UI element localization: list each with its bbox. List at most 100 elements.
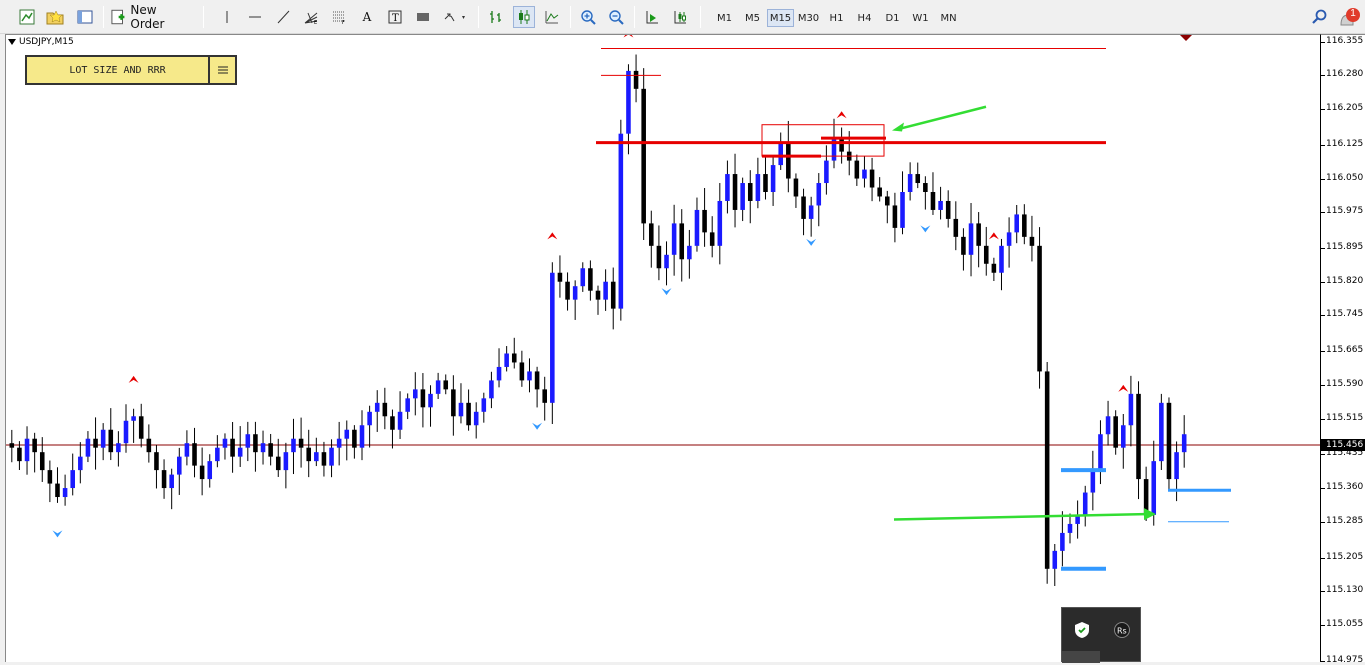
- candle-body: [199, 465, 205, 480]
- candle-body: [352, 429, 357, 448]
- candle-body: [1113, 416, 1118, 448]
- profiles-icon[interactable]: [44, 6, 66, 28]
- zoom-in-icon[interactable]: [577, 6, 599, 28]
- candle-body: [413, 389, 418, 399]
- price-label: 115.205: [1326, 551, 1364, 562]
- timeframe-m30[interactable]: M30: [795, 9, 822, 27]
- fractal-up-icon: [988, 232, 999, 240]
- panel-toggle-icon[interactable]: [210, 57, 235, 83]
- candle-body: [184, 443, 190, 457]
- arrows-icon[interactable]: [440, 6, 470, 28]
- timeframe-h4[interactable]: H4: [851, 9, 878, 27]
- candle-body: [915, 174, 921, 184]
- candle-body: [1006, 232, 1012, 246]
- vertical-line-icon[interactable]: [216, 6, 238, 28]
- fractal-down-icon: [532, 422, 543, 430]
- timeframe-m15[interactable]: M15: [767, 9, 794, 27]
- price-chart[interactable]: [5, 34, 1321, 662]
- candle-body: [161, 470, 167, 489]
- candle-body: [1052, 550, 1058, 569]
- market-watch-icon[interactable]: [74, 6, 96, 28]
- rectangle-icon[interactable]: [412, 6, 434, 28]
- candle-body: [991, 263, 997, 273]
- price-tick: [1321, 624, 1325, 626]
- candle-body: [405, 398, 410, 412]
- candle-body: [131, 416, 136, 421]
- candle-body: [603, 281, 608, 300]
- candle-chart-icon[interactable]: [513, 6, 535, 28]
- chart-shift-icon[interactable]: [641, 6, 663, 28]
- candle-body: [709, 232, 715, 246]
- rsi-icon[interactable]: Rs: [1112, 620, 1132, 640]
- candle-body: [770, 165, 776, 192]
- candle-body: [1166, 402, 1172, 480]
- trendline-icon[interactable]: [272, 6, 294, 28]
- candle-body: [511, 353, 517, 363]
- candle-body: [397, 411, 403, 430]
- horizontal-line-icon[interactable]: [244, 6, 266, 28]
- chart-shift-marker-icon: [1180, 35, 1192, 41]
- text-label-icon[interactable]: T: [384, 6, 406, 28]
- price-tick: [1321, 454, 1325, 456]
- price-axis: 116.355 116.280 116.205 116.125 116.050 115.9…: [1320, 34, 1365, 665]
- zoom-out-icon[interactable]: [605, 6, 627, 28]
- collapse-arrow-icon[interactable]: [8, 39, 16, 45]
- candle-body: [374, 402, 380, 412]
- fractal-down-icon: [661, 288, 672, 296]
- price-label: 116.125: [1326, 138, 1364, 149]
- auto-scroll-icon[interactable]: [669, 6, 691, 28]
- candle-body: [443, 380, 449, 390]
- candle-body: [9, 443, 15, 448]
- price-tick: [1321, 351, 1325, 353]
- price-tick: [1321, 591, 1325, 593]
- candle-body: [519, 362, 525, 381]
- price-tick: [1321, 178, 1325, 180]
- text-icon[interactable]: A: [356, 6, 378, 28]
- timeframe-d1[interactable]: D1: [879, 9, 906, 27]
- candle-body: [626, 70, 631, 134]
- candle-body: [557, 272, 563, 282]
- shield-icon[interactable]: [1072, 620, 1092, 640]
- candle-body: [900, 192, 905, 228]
- line-chart-icon[interactable]: [541, 6, 563, 28]
- price-label: 115.055: [1326, 618, 1364, 629]
- candle-body: [550, 272, 555, 403]
- price-label: 115.590: [1326, 378, 1364, 389]
- search-icon[interactable]: [1309, 6, 1329, 28]
- candle-body: [260, 443, 266, 453]
- candle-body: [786, 142, 791, 179]
- notification-icon[interactable]: 1: [1339, 7, 1360, 27]
- fibonacci-icon[interactable]: F: [328, 6, 350, 28]
- annotation-arrowhead-icon: [892, 122, 904, 132]
- fractal-up-icon: [128, 375, 139, 383]
- timeframe-mn[interactable]: MN: [935, 9, 962, 27]
- candle-body: [572, 286, 578, 300]
- candle-body: [237, 447, 243, 457]
- candle-body: [869, 169, 875, 188]
- symbol-label: USDJPY,M15: [8, 37, 74, 47]
- candle-body: [245, 434, 251, 448]
- new-chart-icon[interactable]: [16, 6, 38, 28]
- candle-body: [215, 447, 220, 462]
- popup-selection: [1062, 651, 1100, 663]
- candle-body: [1121, 425, 1126, 448]
- price-tick: [1321, 384, 1325, 386]
- candle-body: [649, 223, 654, 246]
- candle-body: [534, 371, 540, 390]
- chart-canvas: [6, 35, 1321, 587]
- timeframe-m5[interactable]: M5: [739, 9, 766, 27]
- gann-fan-icon[interactable]: E: [300, 6, 322, 28]
- bar-chart-icon[interactable]: [485, 6, 507, 28]
- candle-body: [565, 281, 570, 300]
- price-tick: [1321, 75, 1325, 77]
- timeframe-w1[interactable]: W1: [907, 9, 934, 27]
- candle-body: [1159, 402, 1164, 462]
- candle-body: [1174, 452, 1179, 480]
- candle-body: [222, 438, 228, 448]
- timeframe-m1[interactable]: M1: [711, 9, 738, 27]
- timeframe-h1[interactable]: H1: [823, 9, 850, 27]
- lot-size-button[interactable]: LOT SIZE AND RRR: [27, 57, 210, 83]
- new-order-button[interactable]: New Order: [110, 3, 192, 31]
- candle-body: [314, 452, 319, 462]
- candle-body: [1022, 214, 1027, 237]
